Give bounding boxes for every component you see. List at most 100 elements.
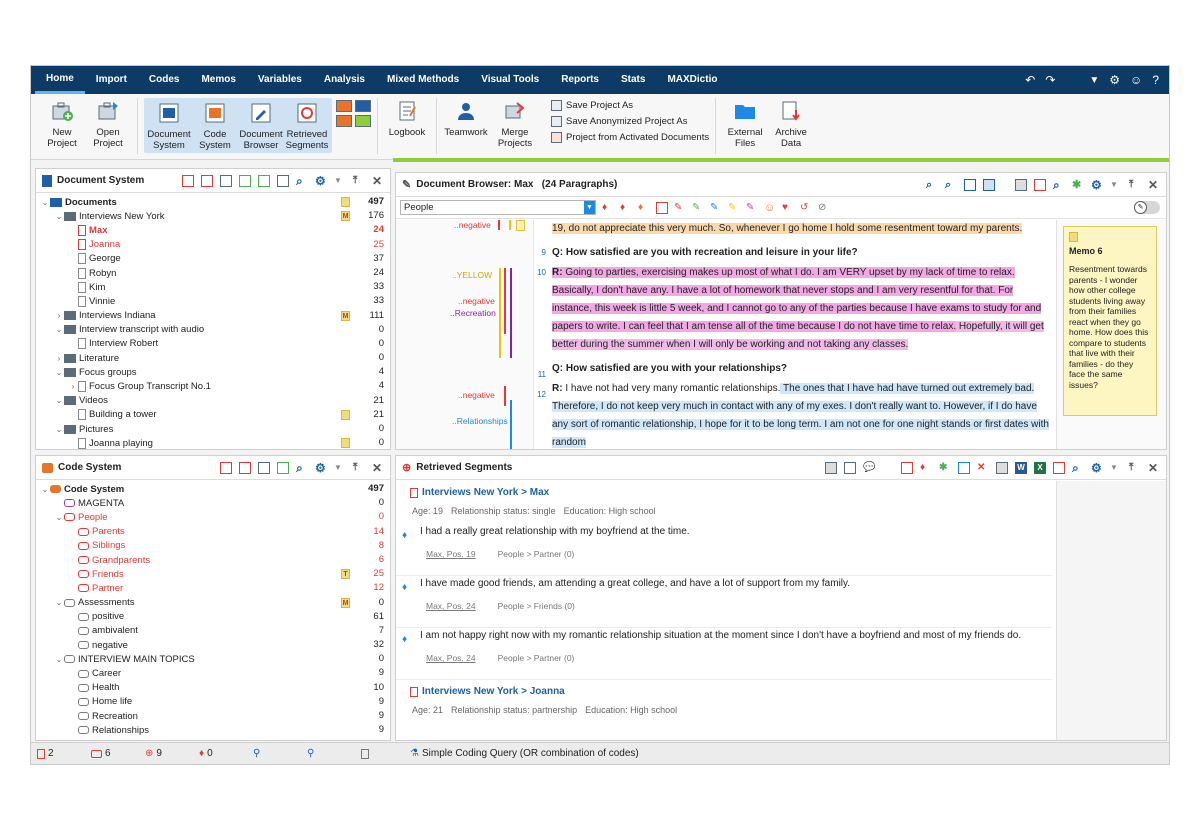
code-statistics-icon[interactable] — [277, 462, 289, 474]
chevron-down-icon[interactable]: ⌄ — [40, 485, 50, 494]
document-view-icon[interactable] — [844, 462, 856, 474]
reset-codes-icon[interactable] — [258, 462, 270, 474]
highlight-yellow-icon[interactable]: ✎ — [728, 202, 740, 214]
layout-icon[interactable] — [336, 100, 352, 112]
menu-import[interactable]: Import — [85, 66, 138, 94]
reset-icon[interactable] — [220, 175, 232, 187]
code-row[interactable]: Friends T 25 — [36, 567, 390, 581]
highlight-green-icon[interactable]: ✎ — [692, 202, 704, 214]
code-row[interactable]: Grandparents 6 — [36, 553, 390, 567]
symbol-icon[interactable]: ♥ — [782, 202, 794, 214]
logbook-button[interactable]: Logbook — [384, 98, 430, 138]
status-user[interactable]: ⚲ — [247, 748, 301, 759]
layout-grid-buttons[interactable] — [336, 98, 371, 127]
retrieved-segments-button[interactable]: Retrieved Segments — [284, 100, 330, 151]
menu-stats[interactable]: Stats — [610, 66, 656, 94]
memo-m-icon[interactable]: M — [341, 211, 350, 222]
code-row[interactable]: Home life 9 — [36, 695, 390, 709]
code-row[interactable]: negative 32 — [36, 638, 390, 652]
code-row[interactable]: ⌄ Assessments M 0 — [36, 596, 390, 610]
status-page[interactable] — [355, 748, 409, 759]
chevron-down-icon[interactable]: ▼ — [334, 175, 346, 187]
pdf-export-icon[interactable] — [1053, 462, 1065, 474]
status-query[interactable]: ⚗ Simple Coding Query (OR combination of… — [410, 748, 639, 759]
code-row[interactable]: Recreation 9 — [36, 709, 390, 723]
chevron-right-icon[interactable]: › — [68, 382, 78, 391]
status-segments[interactable]: ⊕ 9 — [139, 748, 193, 759]
gear-icon[interactable]: ⚙ — [1091, 462, 1103, 474]
segment-source-link[interactable]: Max, Pos. 19 — [426, 549, 476, 559]
excel-export-icon[interactable]: X — [1034, 462, 1046, 474]
chevron-down-icon[interactable]: ⌄ — [54, 425, 64, 434]
status-documents[interactable]: 2 — [31, 748, 85, 759]
segment-item[interactable]: ♦ I have made good friends, am attending … — [396, 578, 1052, 628]
document-row[interactable]: ⌄ Focus groups 4 — [36, 365, 390, 379]
document-row[interactable]: Kim 33 — [36, 280, 390, 294]
chevron-down-icon[interactable]: ⌄ — [54, 212, 64, 221]
zoom-out-icon[interactable]: ⌕ — [945, 179, 957, 191]
help-icon[interactable]: ? — [1152, 73, 1159, 87]
document-row[interactable]: › Literature 0 — [36, 351, 390, 365]
highlight-blue-icon[interactable]: ✎ — [710, 202, 722, 214]
segment-item[interactable]: ♦ I had a really great relationship with … — [396, 526, 1052, 576]
chevron-down-icon[interactable]: ▼ — [1110, 179, 1122, 191]
code-row[interactable]: Partner 12 — [36, 581, 390, 595]
menu-maxdictio[interactable]: MAXDictio — [656, 66, 728, 94]
chevron-right-icon[interactable]: › — [54, 354, 64, 363]
activate-codes-icon[interactable] — [239, 462, 251, 474]
code-label-negative[interactable]: ..negative — [454, 220, 491, 230]
document-row[interactable]: Building a tower 21 — [36, 408, 390, 422]
open-project-button[interactable]: Open Project — [85, 98, 131, 149]
chevron-down-icon[interactable]: ▼ — [334, 462, 346, 474]
save-anonymized-button[interactable]: Save Anonymized Project As — [551, 116, 709, 127]
chevron-down-icon[interactable]: ▼ — [1110, 462, 1122, 474]
chevron-down-icon[interactable]: ⌄ — [54, 598, 64, 607]
word-export-icon[interactable]: W — [1015, 462, 1027, 474]
chevron-down-icon[interactable]: ⌄ — [54, 368, 64, 377]
segment-source-link[interactable]: Max, Pos. 24 — [426, 653, 476, 663]
code-row[interactable]: Career 9 — [36, 666, 390, 680]
code-system-button[interactable]: Code System — [192, 100, 238, 151]
code-row[interactable]: ⌄ INTERVIEW MAIN TOPICS 0 — [36, 652, 390, 666]
fit-icon[interactable] — [964, 179, 976, 191]
undo-coding-icon[interactable]: ↺ — [800, 202, 812, 214]
menu-mixed-methods[interactable]: Mixed Methods — [376, 66, 470, 94]
chevron-down-icon[interactable]: ⌄ — [54, 513, 64, 522]
close-icon[interactable]: ✕ — [1148, 179, 1160, 191]
chevron-down-icon[interactable]: ▼ — [1089, 75, 1099, 86]
status-memos[interactable]: ♦ 0 — [193, 748, 247, 759]
gear-icon[interactable]: ⚙ — [315, 175, 327, 187]
memo-card[interactable]: Memo 6 Resentment towards parents - I wo… — [1063, 226, 1157, 416]
document-row[interactable]: Max 24 — [36, 223, 390, 238]
in-vivo-icon[interactable]: ♦ — [638, 202, 650, 214]
memo-t-icon[interactable]: T — [341, 569, 350, 580]
highlight-magenta-icon[interactable]: ✎ — [746, 202, 758, 214]
code-label-recreation[interactable]: ..Recreation — [450, 308, 496, 318]
print-icon[interactable] — [1015, 179, 1027, 191]
side-panel-icon[interactable] — [983, 179, 995, 191]
document-row[interactable]: › Focus Group Transcript No.1 4 — [36, 379, 390, 393]
deactivate-icon[interactable] — [201, 175, 213, 187]
code-label-relationships[interactable]: ..Relationships — [452, 416, 508, 426]
document-text[interactable]: 19, do not appreciate this very much. So… — [552, 220, 1052, 449]
layout-icon[interactable] — [355, 100, 371, 112]
maximize-icon[interactable]: ⤒ — [1129, 179, 1141, 191]
delete-icon[interactable]: ✕ — [977, 462, 989, 474]
external-files-button[interactable]: External Files — [722, 98, 768, 149]
search-icon[interactable]: ⌕ — [296, 462, 308, 474]
memo-icon[interactable] — [341, 438, 350, 449]
chevron-down-icon[interactable]: ⌄ — [54, 325, 64, 334]
document-browser-button[interactable]: Document Browser — [238, 100, 284, 151]
code-weights-icon[interactable]: ♦ — [920, 462, 932, 474]
chevron-down-icon[interactable]: ⌄ — [54, 396, 64, 405]
menu-reports[interactable]: Reports — [550, 66, 610, 94]
zoom-in-icon[interactable]: ⌕ — [926, 179, 938, 191]
print-icon[interactable] — [996, 462, 1008, 474]
code-label-yellow[interactable]: ..YELLOW — [452, 270, 492, 280]
segment-code-link[interactable]: People > Partner (0) — [498, 549, 575, 559]
document-row[interactable]: Joanna playing 0 — [36, 436, 390, 449]
menu-variables[interactable]: Variables — [247, 66, 313, 94]
redo-icon[interactable]: ↷ — [1045, 73, 1055, 87]
document-row[interactable]: Vinnie 33 — [36, 294, 390, 308]
code-row[interactable]: ⌄ People 0 — [36, 510, 390, 524]
